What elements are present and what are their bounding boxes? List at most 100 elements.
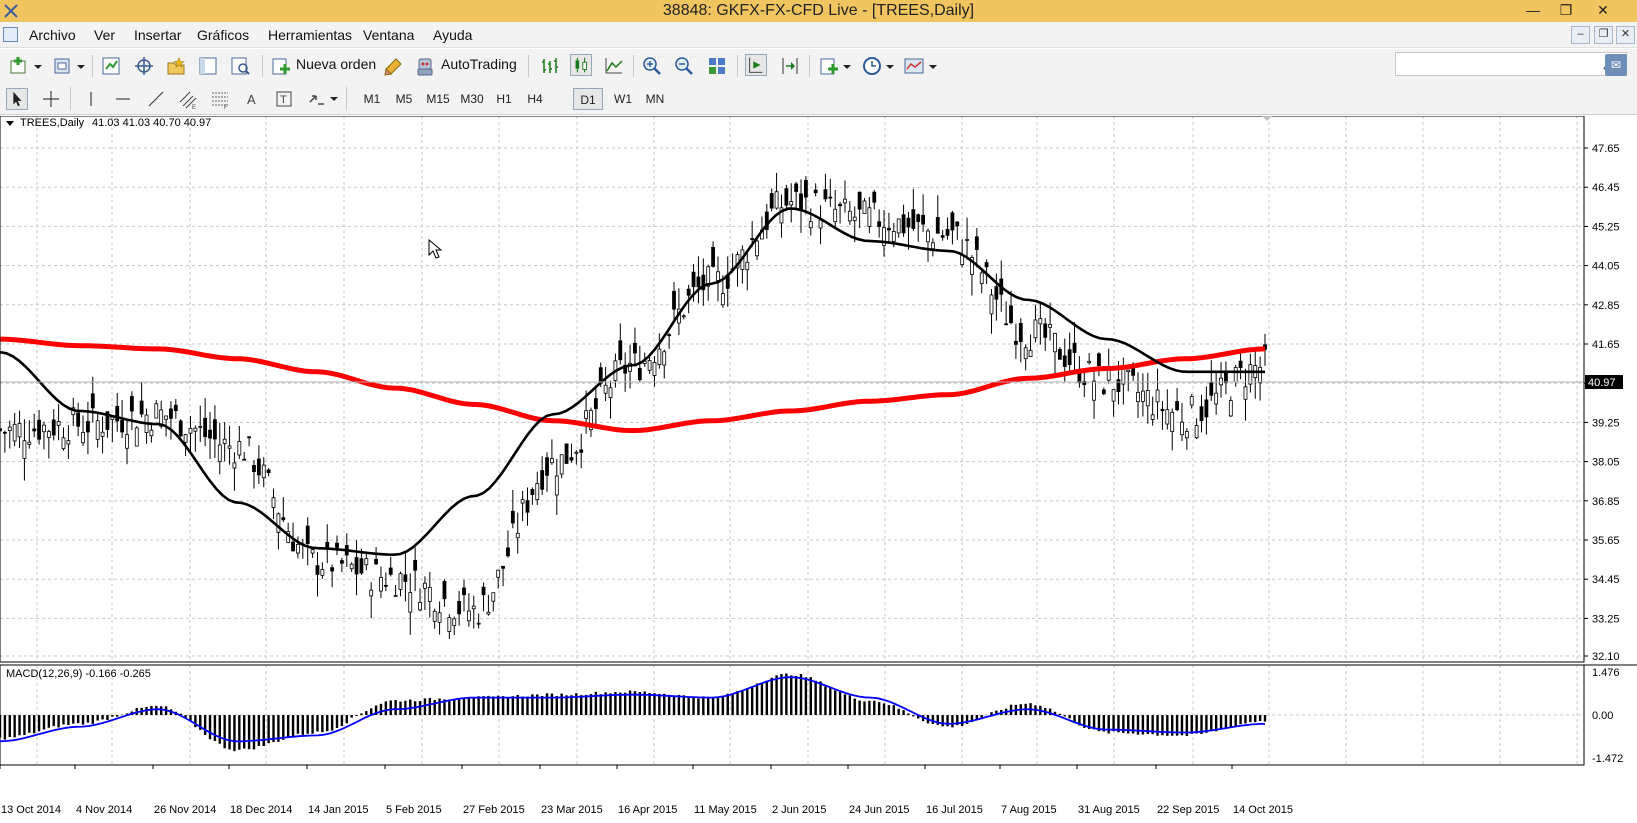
fibonacci-icon[interactable]: F <box>209 88 231 110</box>
templates-dropdown-icon[interactable] <box>929 65 937 69</box>
macd-bar <box>86 715 90 723</box>
restore-icon[interactable]: ❐ <box>1550 0 1582 22</box>
terminal-icon[interactable] <box>197 55 219 77</box>
text-icon[interactable]: A <box>241 88 263 110</box>
periods-icon[interactable] <box>861 55 883 77</box>
candle-body <box>633 342 637 354</box>
indicators-dropdown-icon[interactable] <box>843 65 851 69</box>
macd-bar <box>228 715 231 750</box>
zoom-out-icon[interactable] <box>673 55 695 77</box>
menu-ver[interactable]: Ver <box>94 27 115 43</box>
timeframe-w1[interactable]: W1 <box>608 88 638 110</box>
candle-body <box>506 547 510 557</box>
mouse-cursor-icon <box>428 238 443 259</box>
candle-body <box>193 427 198 432</box>
candle-body <box>1077 372 1082 384</box>
candle-body <box>437 612 442 623</box>
timeframe-d1[interactable]: D1 <box>573 88 603 110</box>
candle-body <box>374 558 378 565</box>
market-watch-icon[interactable] <box>100 55 122 77</box>
candle-body <box>217 444 222 463</box>
timeframe-m30[interactable]: M30 <box>455 88 489 110</box>
bar-chart-icon[interactable] <box>538 55 560 77</box>
current-price-tag: 40.97 <box>1585 375 1623 389</box>
menu-herramientas[interactable]: Herramientas <box>268 27 352 43</box>
candle-body <box>154 403 159 419</box>
mdi-minimize-icon[interactable]: – <box>1571 26 1590 44</box>
candle-body <box>364 558 369 566</box>
menu-graficos[interactable]: Gráficos <box>197 27 249 43</box>
navigator-icon[interactable] <box>165 55 187 77</box>
line-chart-icon[interactable] <box>603 55 625 77</box>
timeframe-h4[interactable]: H4 <box>520 88 550 110</box>
auto-scroll-icon[interactable] <box>745 54 767 76</box>
new-chart-icon[interactable] <box>8 55 30 77</box>
candle-body <box>696 276 701 288</box>
timeframe-h1[interactable]: H1 <box>489 88 519 110</box>
macd-bar <box>775 675 778 716</box>
document-icon[interactable] <box>3 27 18 42</box>
candlestick-chart-icon[interactable] <box>570 54 592 76</box>
timeframe-m5[interactable]: M5 <box>389 88 419 110</box>
candle-body <box>1219 377 1223 386</box>
crosshair-icon[interactable] <box>40 88 62 110</box>
trendline-icon[interactable] <box>145 88 167 110</box>
macd-bar <box>1258 715 1262 722</box>
messages-icon[interactable]: ✉ <box>1605 54 1627 76</box>
timeframe-m1[interactable]: M1 <box>357 88 387 110</box>
candle-body <box>1097 353 1101 366</box>
search-input[interactable] <box>1395 52 1627 76</box>
tile-windows-icon[interactable] <box>706 55 728 77</box>
menu-archivo[interactable]: Archivo <box>29 27 76 43</box>
equidistant-channel-icon[interactable]: E <box>177 88 199 110</box>
data-window-icon[interactable] <box>133 55 155 77</box>
candle-body <box>1116 379 1121 393</box>
collapse-triangle-icon[interactable] <box>6 121 14 126</box>
profiles-dropdown-icon[interactable] <box>77 65 85 69</box>
candle-body <box>984 262 989 268</box>
mdi-close-icon[interactable]: ✕ <box>1616 26 1635 44</box>
candle-body <box>369 589 374 597</box>
zoom-in-icon[interactable] <box>641 55 663 77</box>
chart-shift-marker-icon[interactable] <box>1262 116 1272 121</box>
mdi-restore-icon[interactable]: ❐ <box>1594 26 1613 44</box>
new-chart-dropdown-icon[interactable] <box>34 65 42 69</box>
menu-ventana[interactable]: Ventana <box>363 27 414 43</box>
new-order-icon[interactable] <box>270 55 292 77</box>
timeframe-m15[interactable]: M15 <box>421 88 455 110</box>
periods-dropdown-icon[interactable] <box>886 65 894 69</box>
metaeditor-icon[interactable] <box>382 55 404 77</box>
date-tick-label: 16 Jul 2015 <box>926 804 983 816</box>
toolbar-separator <box>528 55 529 77</box>
autotrading-button[interactable]: AutoTrading <box>441 56 517 72</box>
minimize-icon[interactable]: — <box>1517 0 1549 22</box>
text-label-icon[interactable]: T <box>273 88 295 110</box>
menu-ayuda[interactable]: Ayuda <box>433 27 472 43</box>
close-icon[interactable]: ✕ <box>1587 0 1619 22</box>
autotrading-icon[interactable] <box>414 55 436 77</box>
indicators-icon[interactable] <box>818 55 840 77</box>
new-order-button[interactable]: Nueva orden <box>296 56 376 72</box>
macd-bar <box>794 675 798 716</box>
price-chart[interactable]: 47.6546.4545.2544.0542.8541.6540.4539.25… <box>0 116 1637 823</box>
templates-icon[interactable] <box>903 55 925 77</box>
arrows-icon[interactable] <box>306 88 328 110</box>
horizontal-line-icon[interactable] <box>112 88 134 110</box>
standard-toolbar: Nueva orden AutoTrading ✉ <box>0 49 1637 83</box>
strategy-tester-icon[interactable] <box>229 55 251 77</box>
vertical-line-icon[interactable] <box>80 88 102 110</box>
macd-bar <box>882 703 886 716</box>
cursor-icon[interactable] <box>6 88 28 110</box>
chart-shift-icon[interactable] <box>779 55 801 77</box>
timeframe-mn[interactable]: MN <box>640 88 670 110</box>
macd-bar <box>667 694 671 716</box>
chart-window[interactable]: 47.6546.4545.2544.0542.8541.6540.4539.25… <box>0 116 1637 823</box>
arrows-dropdown-icon[interactable] <box>330 97 338 101</box>
menu-insertar[interactable]: Insertar <box>134 27 181 43</box>
candle-body <box>818 219 823 229</box>
candle-body <box>1072 342 1077 353</box>
macd-bar <box>335 715 339 728</box>
profiles-icon[interactable] <box>52 55 74 77</box>
candle-body <box>1180 421 1184 436</box>
macd-bar <box>731 693 734 716</box>
